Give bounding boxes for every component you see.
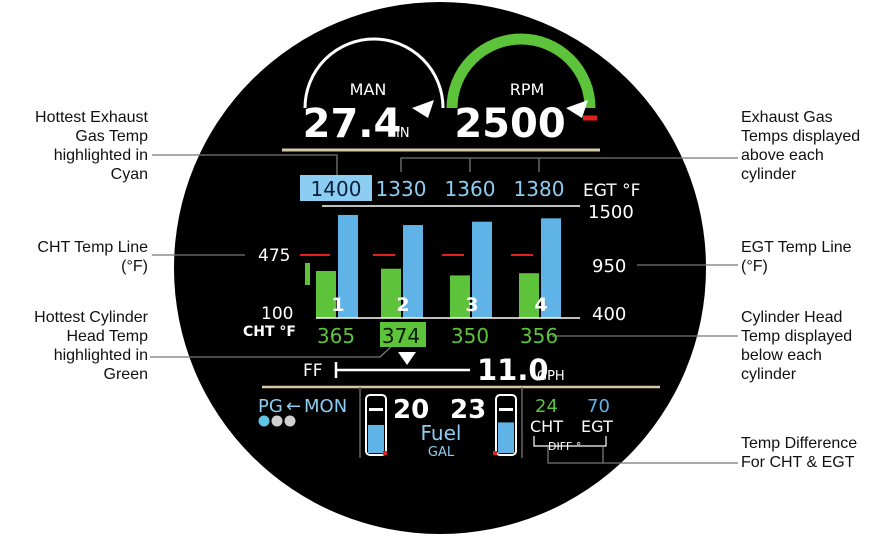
man-value: 27.4 — [303, 101, 402, 147]
cylinder-number: 4 — [534, 294, 547, 316]
cht-unit-label: CHT °F — [243, 324, 296, 340]
ff-unit: GPH — [537, 369, 565, 384]
egt-value: 1400 — [311, 177, 362, 201]
page-indicator-label: PG — [258, 396, 283, 417]
egt-unit-label: EGT °F — [583, 181, 640, 201]
egt-value: 1330 — [376, 177, 427, 201]
fuel-left-level — [368, 424, 384, 453]
fuel-unit: GAL — [428, 445, 455, 460]
cht-value: 350 — [451, 324, 489, 348]
cht-green-band — [305, 263, 310, 285]
page-dot-icon — [271, 415, 283, 427]
ff-label: FF — [303, 361, 323, 381]
left-arrow-icon: ← — [286, 396, 301, 417]
cht-value: 356 — [520, 324, 558, 348]
fuel-right-low-mark — [493, 451, 497, 455]
page-mode-label: MON — [304, 396, 347, 417]
rpm-value: 2500 — [454, 101, 565, 147]
fuel-label: Fuel — [421, 421, 462, 445]
cht-scale-bottom: 100 — [261, 304, 293, 324]
diff-cht-value: 24 — [535, 396, 558, 417]
cht-scale-top: 475 — [258, 246, 290, 266]
page-dot-active-icon — [258, 415, 270, 427]
egt-value: 1360 — [445, 177, 496, 201]
cht-value: 374 — [382, 324, 420, 348]
cht-value: 365 — [317, 324, 355, 348]
rpm-label: RPM — [510, 80, 545, 99]
fuel-right-tick — [499, 408, 513, 411]
fuel-left-tick — [369, 408, 383, 411]
egt-scale-top: 1500 — [588, 202, 634, 223]
man-label: MAN — [350, 80, 387, 99]
engine-display: MAN 27.4 IN RPM 2500 1400 1330 1360 1380 EG… — [150, 2, 738, 534]
diff-label: DIFF ° — [548, 440, 581, 453]
egt-scale-bottom: 400 — [592, 304, 626, 325]
man-unit: IN — [396, 126, 410, 141]
page-dot-icon — [284, 415, 296, 427]
fuel-left-low-mark — [383, 451, 387, 455]
egt-scale-mid: 950 — [592, 256, 626, 277]
fuel-right-level — [498, 422, 514, 453]
diff-egt-label: EGT — [581, 417, 613, 436]
egt-value: 1380 — [514, 177, 565, 201]
cylinder-number: 1 — [331, 294, 344, 316]
cylinder-number: 3 — [465, 294, 478, 316]
cylinder-number: 2 — [396, 294, 409, 316]
diff-egt-value: 70 — [587, 396, 610, 417]
diff-cht-label: CHT — [530, 417, 563, 436]
